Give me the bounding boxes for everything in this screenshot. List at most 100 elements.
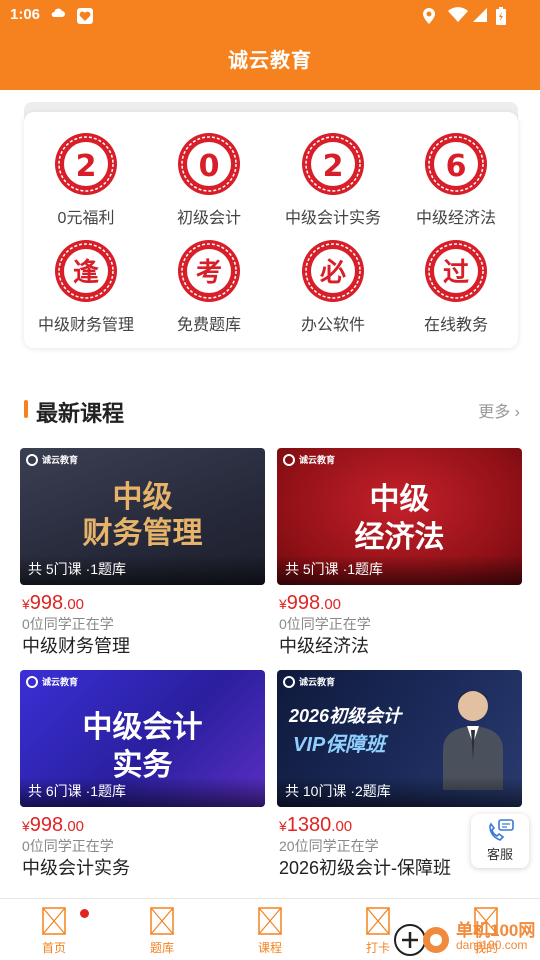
grid-label: 初级会计 [176,210,241,227]
home-icon [42,907,66,935]
seal-icon: 过 [425,240,487,302]
seal-icon: 逢 [55,240,117,302]
thumbnail-caption: 共 6门课 ·1题库 [20,777,265,807]
price-decimal: .00 [320,596,342,613]
thumbnail-logo-text: 诚云教育 [42,455,79,465]
course-card[interactable]: 诚云教育 中级 经济法 共 5门课 ·1题库 ¥998.00 0位同学正在学 中… [277,448,522,678]
grid-label: 办公软件 [300,317,365,334]
course-name: 2026初级会计-保障班 [279,858,452,878]
price-decimal: .00 [63,818,85,835]
watermark: 单机100网 danji100.com [392,916,540,960]
grid-item-welfare[interactable]: 2 0元福利 [24,132,148,238]
course-name: 中级会计实务 [22,858,130,878]
customer-service-button[interactable]: 客服 [471,814,529,868]
thumbnail-title-line1: 2026初级会计 [289,706,402,726]
thumbnail-logo-text: 诚云教育 [299,455,336,465]
tab-home[interactable]: 首页 [14,905,94,959]
price-currency: ¥ [279,596,287,612]
course-price: ¥998.00 [279,592,341,615]
status-time: 1:06 [10,6,41,23]
thumbnail-logo-text: 诚云教育 [42,677,79,687]
course-name: 中级经济法 [279,636,369,656]
thumbnail-title-line2: 经济法 [354,521,445,554]
seal-icon: 考 [178,240,240,302]
grid-label: 中级经济法 [415,210,496,227]
section-title: 最新课程 [36,401,125,426]
tab-question-bank[interactable]: 题库 [122,905,202,959]
grid-label: 中级财务管理 [37,317,134,334]
question-bank-icon [150,907,174,935]
learner-count: 20位同学正在学 [279,838,379,854]
watermark-logo-icon [394,924,449,956]
seal-icon: 6 [425,133,487,195]
more-link[interactable]: 更多 › [478,398,520,422]
grid-item-economic-law[interactable]: 6 中级经济法 [394,132,518,238]
tab-courses[interactable]: 课程 [230,905,310,959]
seal-glyph: 6 [446,149,467,184]
tab-label: 题库 [149,941,174,955]
seal-glyph: 2 [323,149,344,184]
course-price: ¥998.00 [22,592,84,615]
price-decimal: .00 [63,596,85,613]
price-integer: 998 [29,592,64,614]
course-thumbnail[interactable]: 诚云教育 中级 财务管理 共 5门课 ·1题库 [20,448,265,585]
thumbnail-logo-text: 诚云教育 [299,677,336,687]
grid-label: 免费题库 [176,317,241,334]
grid-item-free-question-bank[interactable]: 考 免费题库 [147,239,271,345]
course-price: ¥998.00 [22,814,84,837]
checkin-icon [366,907,390,935]
seal-icon: 必 [302,240,364,302]
courses-icon [258,907,282,935]
price-decimal: .00 [331,818,353,835]
battery-icon [496,7,506,25]
signal-icon [473,8,487,22]
cloud-icon [51,8,65,17]
wifi-icon [448,7,468,22]
seal-icon: 2 [302,133,364,195]
seal-icon: 2 [55,133,117,195]
service-label: 客服 [486,847,513,862]
course-thumbnail[interactable]: 诚云教育 中级会计 实务 共 6门课 ·1题库 [20,670,265,807]
seal-glyph: 必 [320,258,346,288]
presenter-image [443,691,503,790]
grid-item-office-software[interactable]: 必 办公软件 [271,239,395,345]
learner-count: 0位同学正在学 [22,838,114,854]
tab-label: 首页 [41,941,66,955]
seal-glyph: 逢 [73,257,99,288]
price-integer: 998 [286,592,321,614]
section-accent-bar [24,400,28,418]
seal-glyph: 0 [199,149,220,184]
page-title: 诚云教育 [228,50,312,72]
grid-item-online-academic[interactable]: 过 在线教务 [394,239,518,345]
seal-glyph: 考 [196,258,222,288]
grid-item-intermediate-accounting[interactable]: 2 中级会计实务 [271,132,395,238]
thumbnail-title-line2: VIP保障班 [293,734,386,756]
course-card[interactable]: 诚云教育 中级 财务管理 共 5门课 ·1题库 ¥998.00 0位同学正在学 … [20,448,265,678]
grid-label: 中级会计实务 [284,210,381,227]
location-icon [423,8,435,24]
price-currency: ¥ [279,818,287,834]
seal-glyph: 过 [443,258,469,288]
grid-label: 在线教务 [423,317,488,334]
tab-label: 课程 [257,941,282,955]
thumbnail-caption: 共 5门课 ·1题库 [20,555,265,585]
thumbnail-caption: 共 5门课 ·1题库 [277,555,522,585]
grid-item-junior-accounting[interactable]: 0 初级会计 [147,132,271,238]
category-grid: 2 0元福利 0 初级会计 2 中级会计实务 6 中级经济法 逢 中级财务管理 … [24,112,518,348]
course-card[interactable]: 诚云教育 中级会计 实务 共 6门课 ·1题库 ¥998.00 0位同学正在学 … [20,670,265,900]
learner-count: 0位同学正在学 [279,616,371,632]
app-notification-icon [77,8,93,24]
seal-glyph: 2 [76,149,97,184]
course-thumbnail[interactable]: 诚云教育 中级 经济法 共 5门课 ·1题库 [277,448,522,585]
course-price: ¥1380.00 [279,814,352,837]
course-count: 共 10门课 ·2题库 [285,783,391,799]
course-count: 共 5门课 ·1题库 [28,561,127,577]
price-integer: 998 [29,814,64,836]
course-count: 共 6门课 ·1题库 [28,783,127,799]
course-thumbnail[interactable]: 诚云教育 2026初级会计 VIP保障班 共 10门课 ·2题库 [277,670,522,807]
brand-logo-icon [283,454,295,466]
grid-label: 0元福利 [57,210,115,227]
notification-badge [80,909,89,918]
grid-item-financial-management[interactable]: 逢 中级财务管理 [24,239,148,345]
price-currency: ¥ [22,596,30,612]
